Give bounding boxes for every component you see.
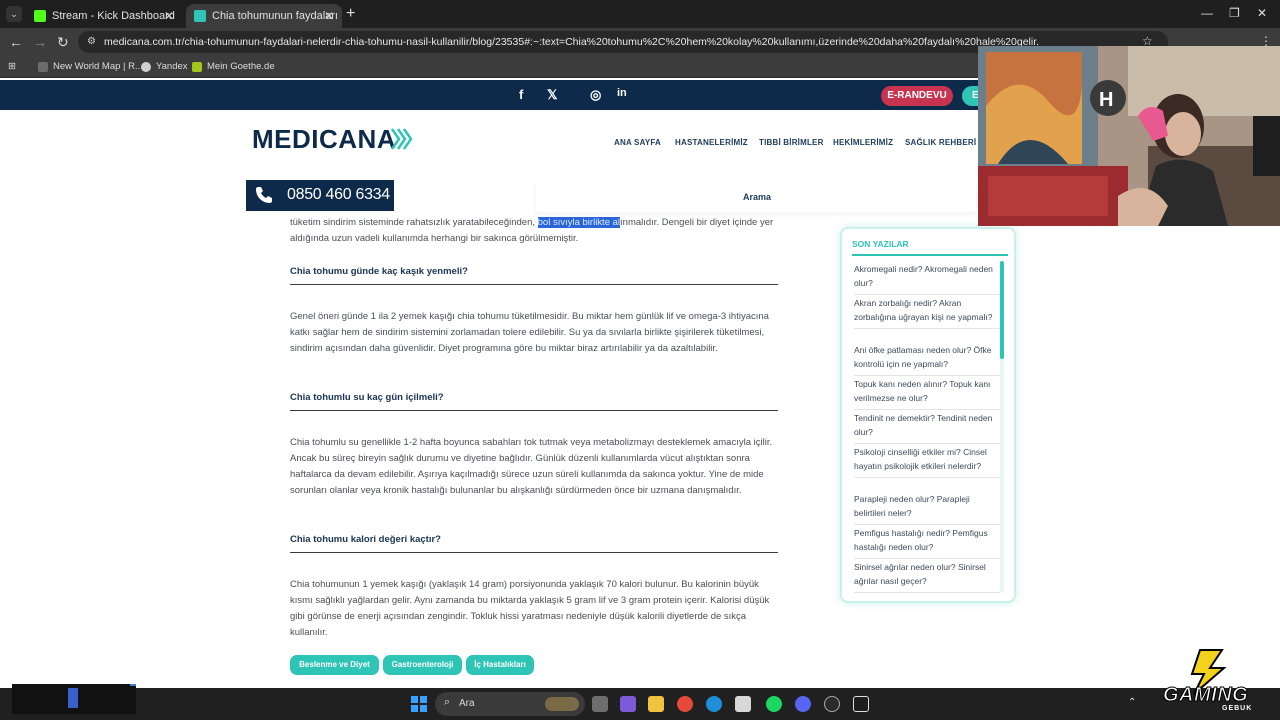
edge-icon[interactable] (706, 696, 722, 712)
instagram-icon[interactable]: ◎ (590, 87, 601, 103)
bookmark-new-world-map[interactable]: New World Map | R... (38, 61, 143, 72)
recent-post-link[interactable]: Ani öfke patlaması neden olur? Öfke kont… (854, 344, 1000, 376)
spotify-icon[interactable] (766, 696, 782, 712)
bookmark-yandex[interactable]: Yandex (141, 61, 188, 72)
chrome-icon[interactable] (677, 696, 693, 712)
yandex-favicon-icon (141, 61, 151, 72)
logo-slashes-icon (390, 128, 412, 150)
forward-arrow-icon[interactable]: → (33, 34, 47, 50)
recent-post-link[interactable]: Akromegali nedir? Akromegali neden olur? (854, 263, 1000, 295)
search-highlight-icon (545, 697, 579, 711)
windows-taskbar: ⌕ Ara ⌃ (0, 684, 1280, 720)
menu-tibbi-birimler[interactable]: TIBBİ BİRİMLER (759, 138, 824, 147)
menu-saglik-rehberi[interactable]: SAĞLIK REHBERİ (905, 138, 976, 147)
linkedin-icon[interactable]: in (617, 87, 627, 99)
channel-logo-letter: H (1099, 89, 1113, 111)
site-info-icon[interactable]: ⚙ (87, 36, 96, 47)
tag-gastroenteroloji[interactable]: Gastroenteroloji (383, 655, 462, 675)
tab-kick-dashboard[interactable]: Stream - Kick Dashboard ✕ (26, 4, 182, 28)
discord-icon[interactable] (795, 696, 811, 712)
file-explorer-icon[interactable] (648, 696, 664, 712)
recent-post-link[interactable]: Psikoloji cinselliği etkiler mi? Cinsel … (854, 446, 1000, 478)
tray-chevron-icon[interactable]: ⌃ (1128, 697, 1136, 708)
x-icon[interactable]: 𝕏 (547, 87, 557, 103)
sidebar-scroll-thumb[interactable] (1000, 261, 1004, 359)
menu-hekimlerimiz[interactable]: HEKİMLERİMİZ (833, 138, 893, 147)
menu-hastanelerimiz[interactable]: HASTANELERİMİZ (675, 138, 748, 147)
section-heading: Chia tohumlu su kaç gün içilmeli? (290, 392, 778, 411)
medicana-logo[interactable]: MEDICANA (252, 124, 396, 155)
recent-post-link[interactable]: Topuk kanı neden alınır? Topuk kanı veri… (854, 378, 1000, 410)
section-body: Genel öneri günde 1 ila 2 yemek kaşığı c… (290, 311, 769, 354)
windows-start-icon[interactable] (411, 696, 427, 712)
goethe-favicon-icon (192, 61, 202, 72)
medicana-favicon-icon (194, 10, 206, 22)
site-search-field[interactable]: Arama (536, 182, 976, 212)
phone-banner[interactable]: 0850 460 6334 (246, 180, 394, 211)
gaming-overlay-sub: GEBUK (1222, 705, 1253, 712)
close-tab-icon[interactable]: ✕ (324, 9, 334, 23)
g-hub-icon[interactable] (853, 696, 869, 712)
taskbar-search[interactable]: ⌕ Ara (435, 692, 585, 716)
obs-icon[interactable] (824, 696, 840, 712)
maximize-icon[interactable]: ❐ (1229, 6, 1240, 20)
title-divider (852, 254, 1008, 256)
recent-post-link[interactable]: Sinirsel ağrılar neden olur? Sinirsel ağ… (854, 561, 1000, 593)
phone-icon (256, 187, 272, 203)
section-heading: Chia tohumu günde kaç kaşık yenmeli? (290, 266, 778, 285)
back-arrow-icon[interactable]: ← (9, 34, 23, 50)
section-body: Chia tohumunun 1 yemek kaşığı (yaklaşık … (290, 579, 770, 638)
lightning-bolt-icon (1190, 649, 1227, 695)
search-label: Arama (743, 192, 772, 202)
section-body: Chia tohumlu su genellikle 1-2 hafta boy… (290, 437, 773, 496)
close-tab-icon[interactable]: ✕ (164, 9, 174, 23)
webcam-overlay: H (978, 46, 1280, 226)
tag-beslenme-diyet[interactable]: Beslenme ve Diyet (290, 655, 379, 675)
task-view-icon[interactable] (592, 696, 608, 712)
tag-ic-hastaliklari[interactable]: İç Hastalıkları (466, 655, 534, 675)
taskbar-preview-thumbnail[interactable] (12, 684, 136, 714)
close-window-icon[interactable]: ✕ (1257, 6, 1267, 20)
article-intro-paragraph: tüketim sindirim sisteminde rahatsızlık … (290, 217, 774, 244)
search-icon: ⌕ (444, 696, 451, 708)
recent-post-link[interactable]: Akran zorbalığı nedir? Akran zorbalığına… (854, 297, 1000, 329)
browser-tab-bar: ⌄ Stream - Kick Dashboard ✕ Chia tohumun… (0, 0, 1280, 28)
phone-number: 0850 460 6334 (287, 186, 390, 203)
url-text: medicana.com.tr/chia-tohumunun-faydalari… (104, 36, 1040, 48)
apps-grid-icon[interactable]: ⊞ (8, 61, 16, 72)
facebook-icon[interactable]: f (519, 87, 523, 102)
kick-favicon-icon (34, 10, 46, 22)
section-heading: Chia tohumu kalori değeri kaçtır? (290, 534, 778, 553)
store-icon[interactable] (735, 696, 751, 712)
new-tab-button[interactable]: + (346, 5, 355, 23)
tab-search-button[interactable]: ⌄ (6, 6, 22, 22)
tab-label: Chia tohumunun faydaları nelerdir (212, 10, 340, 22)
text-highlight: bol sıvıyla birlikte al (537, 217, 621, 228)
recent-post-link[interactable]: Pemfigus hastalığı nedir? Pemfigus hasta… (854, 527, 1000, 559)
minimize-icon[interactable]: — (1201, 6, 1213, 20)
taskbar-search-label: Ara (459, 698, 475, 709)
webcam-scene: H (978, 46, 1280, 226)
tab-chia-article[interactable]: Chia tohumunun faydaları nelerdir ✕ (186, 4, 342, 28)
recent-post-link[interactable]: Parapleji neden olur? Parapleji belirtil… (854, 493, 1000, 525)
tab-label: Stream - Kick Dashboard (52, 10, 175, 22)
copilot-icon[interactable] (620, 696, 636, 712)
e-randevu-button[interactable]: E-RANDEVU (881, 86, 953, 106)
reload-icon[interactable]: ↻ (57, 34, 69, 51)
gaming-overlay-brand: GAMING (1162, 684, 1249, 707)
recent-post-link[interactable]: Tendinit ne demektir? Tendinit neden olu… (854, 412, 1000, 444)
bookmark-goethe[interactable]: Mein Goethe.de (192, 61, 275, 72)
bookmark-favicon-icon (38, 61, 48, 72)
recent-posts-title: SON YAZILAR (852, 239, 909, 249)
menu-ana-sayfa[interactable]: ANA SAYFA (614, 138, 661, 147)
recent-posts-panel: SON YAZILAR Akromegali nedir? Akromegali… (840, 227, 1016, 603)
